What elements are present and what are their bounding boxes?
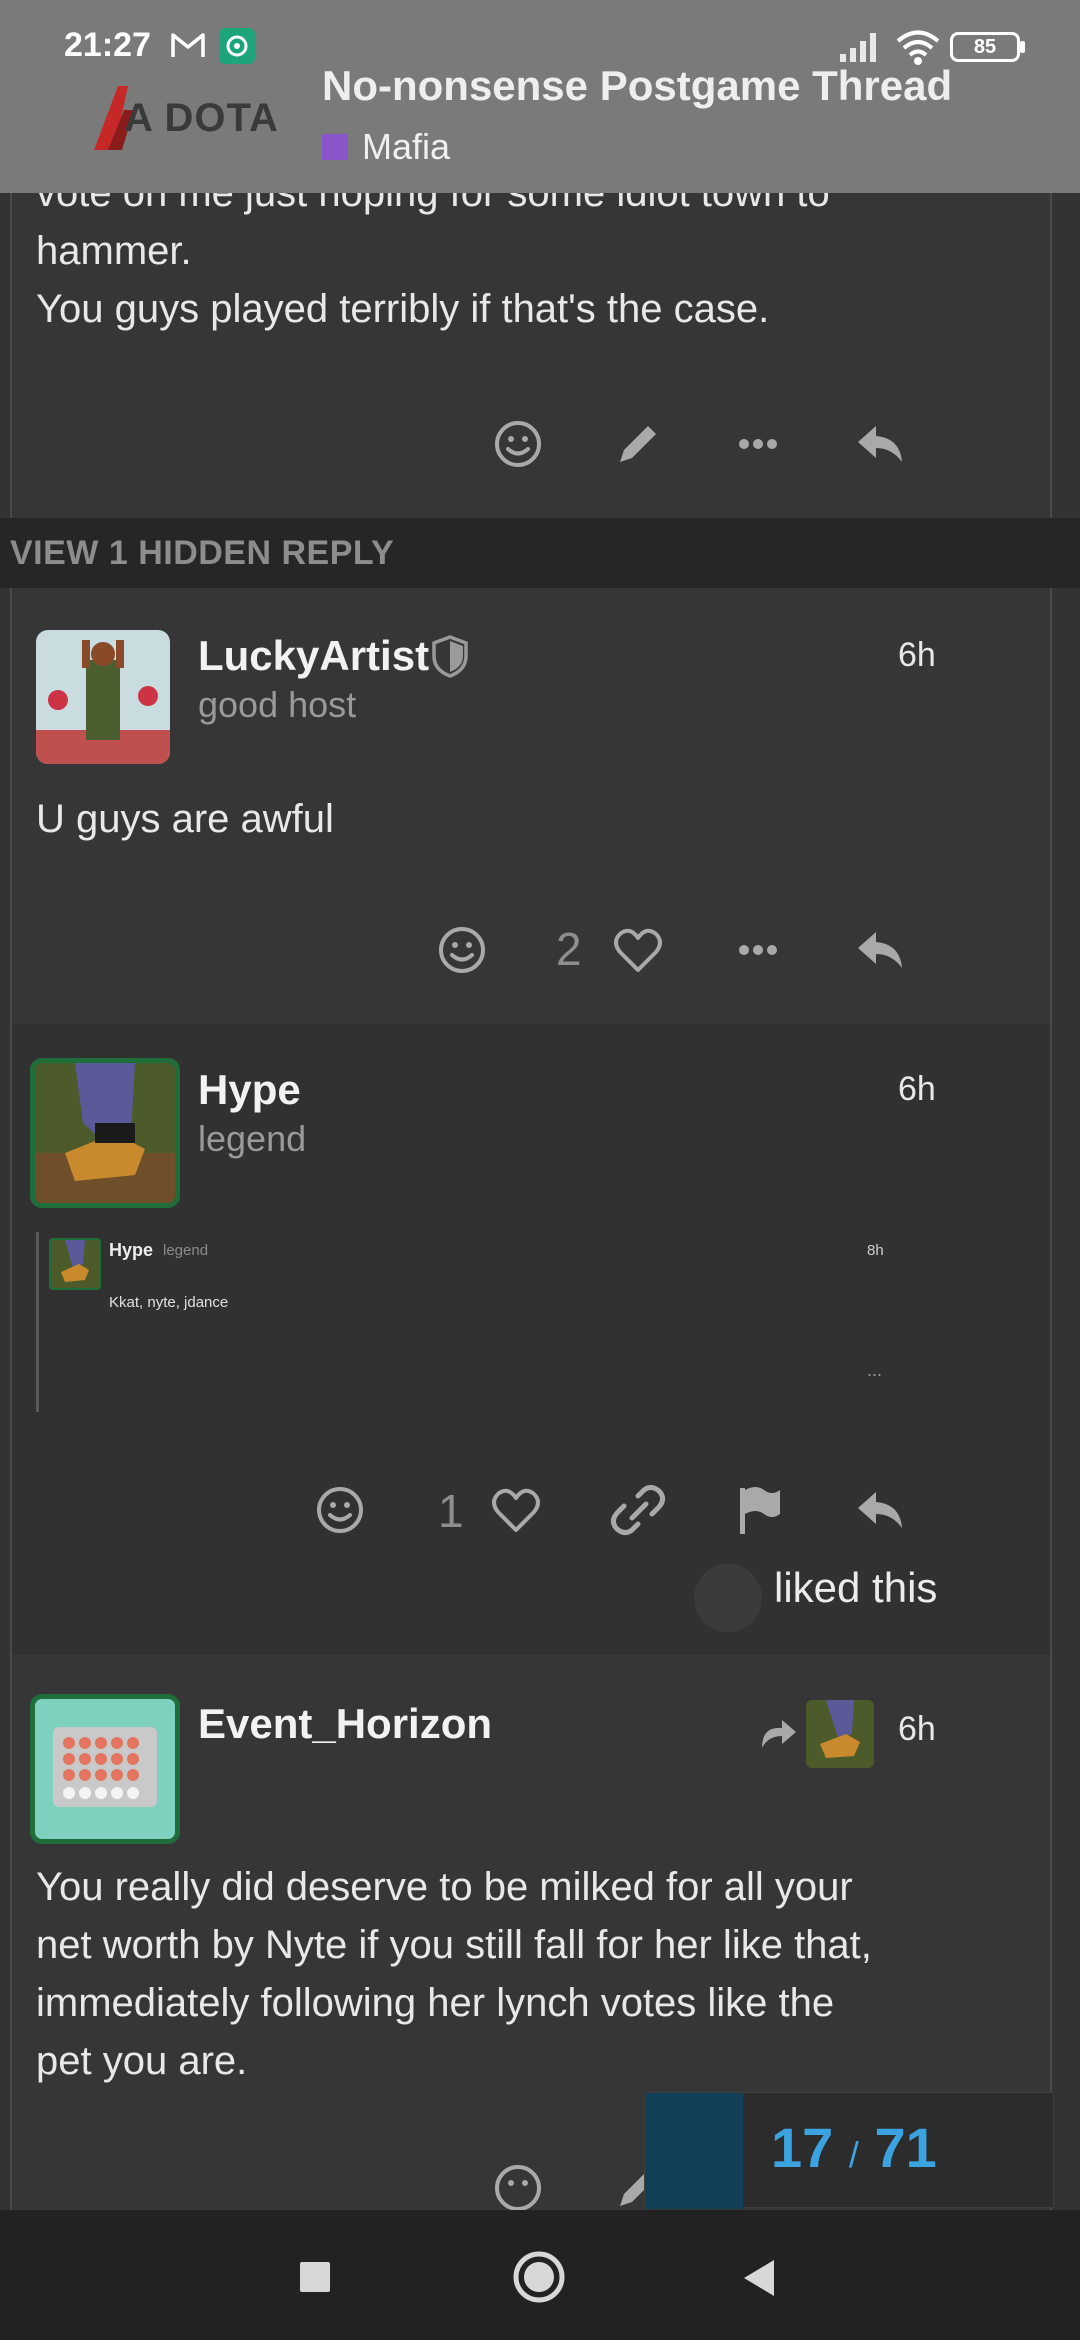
quote-body: Kkat, nyte, jdance bbox=[109, 1294, 229, 1311]
avatar[interactable] bbox=[30, 1694, 180, 1844]
username[interactable]: Hype bbox=[198, 1066, 301, 1114]
signal-icon bbox=[840, 33, 876, 62]
like-count[interactable]: 2 bbox=[556, 922, 582, 976]
progress-fill bbox=[645, 2093, 743, 2209]
moderator-shield-icon bbox=[432, 635, 468, 678]
post-body: You really did deserve to be milked for … bbox=[36, 1858, 872, 2090]
username[interactable]: LuckyArtist bbox=[198, 632, 429, 680]
post-line: You really did deserve to be milked for … bbox=[36, 1865, 853, 1909]
link-icon[interactable] bbox=[610, 1482, 666, 1538]
topic-header: 21:27 85 A DOTA No-nonsense Postgame Thr… bbox=[0, 0, 1080, 193]
topic-progress[interactable]: 17 / 71 bbox=[644, 2092, 1054, 2209]
progress-total: 71 bbox=[874, 2116, 937, 2179]
post-time[interactable]: 6h bbox=[898, 636, 936, 675]
page: 21:27 85 A DOTA No-nonsense Postgame Thr… bbox=[0, 0, 1080, 2340]
liker-avatar[interactable] bbox=[694, 1564, 762, 1632]
back-triangle-icon[interactable] bbox=[742, 2258, 778, 2298]
post-line: immediately following her lynch votes li… bbox=[36, 1981, 835, 2025]
post-time[interactable]: 6h bbox=[898, 1070, 936, 1109]
progress-current: 17 bbox=[771, 2116, 834, 2179]
user-title: legend bbox=[198, 1118, 307, 1159]
gmail-icon bbox=[171, 33, 205, 57]
topic-title[interactable]: No-nonsense Postgame Thread bbox=[322, 62, 952, 110]
post-previous: vote on me just hoping for some idiot to… bbox=[10, 160, 1052, 518]
quote-block[interactable]: Hype legend 8h Kkat, nyte, jdance ... bbox=[36, 1232, 906, 1412]
reply-icon[interactable] bbox=[852, 922, 908, 978]
reply-to-avatar[interactable] bbox=[806, 1700, 874, 1768]
app-notification-icon bbox=[219, 28, 255, 64]
post-line: You guys played terribly if that's the c… bbox=[36, 287, 770, 331]
more-options-icon[interactable] bbox=[730, 416, 786, 472]
liked-this-label: liked this bbox=[774, 1564, 938, 1611]
progress-separator: / bbox=[848, 2134, 859, 2175]
like-heart-icon[interactable] bbox=[488, 1482, 544, 1538]
system-nav-bar bbox=[0, 2210, 1080, 2340]
avatar[interactable] bbox=[30, 1058, 180, 1208]
home-circle-icon[interactable] bbox=[512, 2250, 566, 2304]
quote-more[interactable]: ... bbox=[867, 1360, 882, 1381]
quote-user-title: legend bbox=[163, 1242, 209, 1259]
more-options-icon[interactable] bbox=[730, 922, 786, 978]
category-badge-swatch bbox=[322, 134, 348, 160]
category-label[interactable]: Mafia bbox=[362, 126, 450, 168]
reaction-smiley-icon[interactable] bbox=[490, 416, 546, 472]
user-title: good host bbox=[198, 684, 357, 725]
reply-to-arrow-icon bbox=[762, 1720, 796, 1748]
post-line: hammer. bbox=[36, 229, 192, 273]
post-line: net worth by Nyte if you still fall for … bbox=[36, 1923, 872, 1967]
recents-square-icon[interactable] bbox=[298, 2260, 332, 2294]
battery-tip bbox=[1020, 41, 1025, 53]
like-count[interactable]: 1 bbox=[438, 1484, 464, 1538]
post-time[interactable]: 6h bbox=[898, 1710, 936, 1749]
edit-pencil-icon[interactable] bbox=[610, 416, 666, 472]
like-heart-icon[interactable] bbox=[610, 922, 666, 978]
reaction-smiley-icon[interactable] bbox=[312, 1482, 368, 1538]
quote-avatar[interactable] bbox=[49, 1238, 101, 1290]
progress-counter: 17 / 71 bbox=[771, 2115, 937, 2180]
reply-icon[interactable] bbox=[852, 416, 908, 472]
avatar[interactable] bbox=[36, 630, 170, 764]
reaction-smiley-icon[interactable] bbox=[434, 922, 490, 978]
view-hidden-reply-link[interactable]: VIEW 1 HIDDEN REPLY bbox=[10, 534, 394, 573]
wifi-icon bbox=[896, 30, 940, 65]
site-logo-text: A DOTA bbox=[124, 96, 279, 140]
post-line: pet you are. bbox=[36, 2039, 248, 2083]
reply-icon[interactable] bbox=[852, 1482, 908, 1538]
battery-icon: 85 bbox=[950, 32, 1020, 62]
quote-time: 8h bbox=[867, 1242, 884, 1259]
flag-icon[interactable] bbox=[730, 1482, 786, 1538]
reaction-smiley-icon[interactable] bbox=[490, 2160, 546, 2216]
quote-username[interactable]: Hype bbox=[109, 1240, 153, 1261]
post-body: U guys are awful bbox=[36, 797, 334, 841]
username[interactable]: Event_Horizon bbox=[198, 1700, 492, 1748]
status-time: 21:27 bbox=[64, 26, 151, 64]
post-luckyartist: LuckyArtist good host 6h U guys are awfu… bbox=[10, 588, 1052, 1024]
